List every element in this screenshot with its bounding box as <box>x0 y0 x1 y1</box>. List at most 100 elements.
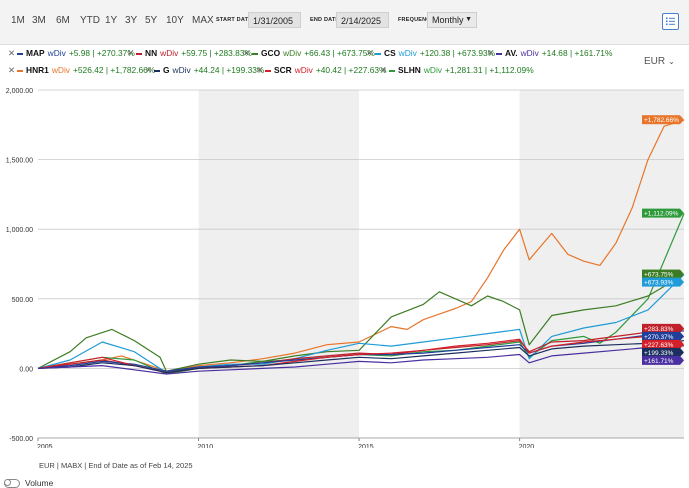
legend-item-scr[interactable]: ✕ SCR wDiv +40.42 | +227.63% <box>256 65 387 75</box>
range-max[interactable]: MAX <box>192 15 214 26</box>
start-date-label: START DATE <box>216 17 253 23</box>
series-swatch <box>17 69 24 72</box>
legend-wdiv: wDiv <box>160 48 179 58</box>
close-icon[interactable]: ✕ <box>256 65 263 75</box>
y-tick-label: 0.00 <box>19 366 33 373</box>
end-label-text: +1,782.66% <box>644 117 679 124</box>
legend-stats: +1,281.31 | +1,112.09% <box>445 65 534 75</box>
end-date-input[interactable]: 2/14/2025 <box>336 12 389 28</box>
start-date-input[interactable]: 1/31/2005 <box>248 12 301 28</box>
range-10y[interactable]: 10Y <box>166 15 184 26</box>
legend-wdiv: wDiv <box>51 65 70 75</box>
performance-chart[interactable]: 2,000.00 1,500.00 1,000.00 500.00 0.00 -500.0… <box>0 78 689 448</box>
end-label-text: +283.83% <box>644 326 674 333</box>
legend-wdiv: wDiv <box>520 48 539 58</box>
shaded-band <box>519 90 684 438</box>
x-tick-label: 2010 <box>198 444 214 448</box>
y-tick-label: -500.00 <box>9 436 33 443</box>
currency-select[interactable]: EUR ⌄ <box>644 56 675 67</box>
legend-wdiv: wDiv <box>423 65 442 75</box>
end-label-text: +673.75% <box>644 272 674 279</box>
currency-value: EUR <box>644 56 666 67</box>
legend-stats: +40.42 | +227.63% <box>315 65 387 75</box>
x-axis: 2005 2010 2015 2020 <box>37 438 534 448</box>
legend-symbol: NN <box>145 48 158 58</box>
end-label: +673.93% <box>642 277 684 287</box>
y-tick-label: 500.00 <box>12 297 34 304</box>
y-tick-label: 1,500.00 <box>6 158 33 165</box>
frequency-select[interactable]: Monthly ▼ <box>427 12 477 28</box>
legend-wdiv: wDiv <box>283 48 302 58</box>
chevron-down-icon: ⌄ <box>668 57 675 66</box>
legend-item-g[interactable]: ✕ GwDiv +44.24 | +199.33% <box>145 65 264 75</box>
legend-symbol: MAP <box>26 48 45 58</box>
toolbar: 1M 3M 6M YTD 1Y 3Y 5Y 10Y MAX START DATE… <box>0 0 689 45</box>
series-swatch <box>17 52 24 55</box>
legend-stats: +526.42 | +1,782.66% <box>73 65 156 75</box>
range-5y[interactable]: 5Y <box>145 15 157 26</box>
y-tick-label: 1,000.00 <box>6 227 33 234</box>
end-label-text: +199.33% <box>644 350 674 357</box>
range-1y[interactable]: 1Y <box>105 15 117 26</box>
legend-symbol: AV. <box>505 48 518 58</box>
end-label-text: +673.93% <box>644 280 674 287</box>
legend-stats: +120.38 | +673.93% <box>419 48 496 58</box>
legend-symbol: CS <box>384 48 396 58</box>
x-tick-label: 2020 <box>519 444 535 448</box>
legend-item-gco[interactable]: ✕ GCO wDiv +66.43 | +673.75% <box>243 48 375 58</box>
chevron-down-icon: ▼ <box>465 16 472 23</box>
legend-item-slhn[interactable]: ✕ SLHN wDiv +1,281.31 | +1,112.09% <box>380 65 534 75</box>
chart-footer: EUR | MABX | End of Date as of Feb 14, 2… <box>39 461 193 470</box>
x-tick-label: 2015 <box>358 444 374 448</box>
legend-stats: +44.24 | +199.33% <box>193 65 265 75</box>
legend-stats: +5.98 | +270.37% <box>68 48 135 58</box>
range-3y[interactable]: 3Y <box>125 15 137 26</box>
end-label: +161.71% <box>642 355 684 365</box>
legend-stats: +14.68 | +161.71% <box>541 48 613 58</box>
series-swatch <box>496 52 503 55</box>
list-icon <box>666 17 675 26</box>
end-label-text: +1,112.09% <box>644 211 679 218</box>
series-swatch <box>265 69 272 72</box>
end-label-text: +161.71% <box>644 358 674 365</box>
legend-item-cs[interactable]: ✕ CS wDiv +120.38 | +673.93% <box>366 48 495 58</box>
close-icon[interactable]: ✕ <box>127 48 134 58</box>
y-axis: 2,000.00 1,500.00 1,000.00 500.00 0.00 -500.0… <box>6 88 33 443</box>
end-label: +1,112.09% <box>642 208 684 218</box>
range-3m[interactable]: 3M <box>32 15 46 26</box>
legend-symbol: SLHN <box>398 65 421 75</box>
end-date-label: END DATE <box>310 17 340 23</box>
end-label-text: +227.63% <box>644 342 674 349</box>
range-1m[interactable]: 1M <box>11 15 25 26</box>
end-label: +1,782.66% <box>642 115 684 125</box>
close-icon[interactable]: ✕ <box>8 48 15 58</box>
series-swatch <box>154 69 161 72</box>
series-swatch <box>375 52 382 55</box>
close-icon[interactable]: ✕ <box>8 65 15 75</box>
legend-symbol: SCR <box>274 65 292 75</box>
legend-symbol: G <box>163 65 170 75</box>
close-icon[interactable]: ✕ <box>243 48 250 58</box>
series-swatch <box>136 52 143 55</box>
close-icon[interactable]: ✕ <box>487 48 494 58</box>
end-label: +227.63% <box>642 339 684 349</box>
y-tick-label: 2,000.00 <box>6 88 33 95</box>
legend-item-map[interactable]: ✕ MAP wDiv +5.98 | +270.37% <box>8 48 135 58</box>
end-label: +283.83% <box>642 323 684 333</box>
close-icon[interactable]: ✕ <box>145 65 152 75</box>
legend-item-nn[interactable]: ✕ NN wDiv +59.75 | +283.83% <box>127 48 252 58</box>
legend-stats: +59.75 | +283.83% <box>181 48 252 58</box>
chart-menu-button[interactable] <box>662 13 679 30</box>
close-icon[interactable]: ✕ <box>380 65 387 75</box>
end-label-text: +270.37% <box>644 334 674 341</box>
legend-wdiv: wDiv <box>294 65 313 75</box>
legend-stats: +66.43 | +673.75% <box>304 48 375 58</box>
series-swatch <box>389 69 396 72</box>
legend-wdiv: wDiv <box>172 65 191 75</box>
range-ytd[interactable]: YTD <box>80 15 100 26</box>
range-6m[interactable]: 6M <box>56 15 70 26</box>
shaded-bands <box>198 90 684 438</box>
close-icon[interactable]: ✕ <box>366 48 373 58</box>
legend-item-hnr1[interactable]: ✕ HNR1 wDiv +526.42 | +1,782.66% <box>8 65 155 75</box>
legend-item-av[interactable]: ✕ AV. wDiv +14.68 | +161.71% <box>487 48 612 58</box>
